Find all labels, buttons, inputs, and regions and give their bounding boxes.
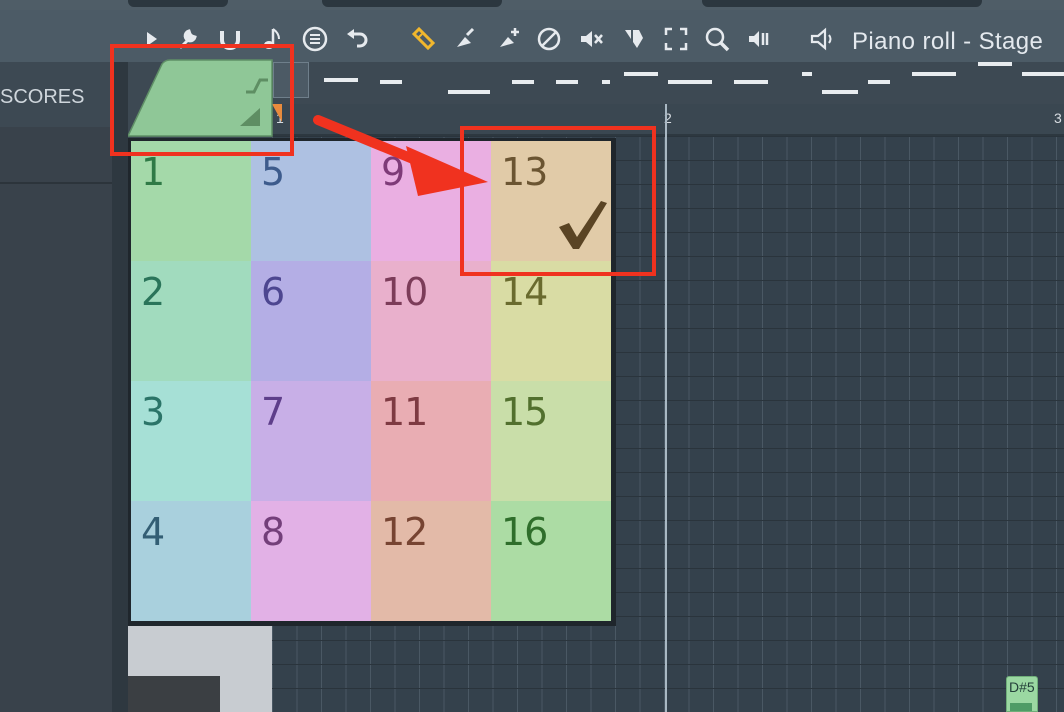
event-dash xyxy=(734,80,768,84)
event-dash xyxy=(556,80,578,84)
event-dash xyxy=(380,80,402,84)
note-block[interactable]: D#5 xyxy=(1006,676,1038,712)
playback-icon[interactable] xyxy=(744,24,774,54)
event-dash xyxy=(324,78,358,82)
undo-icon[interactable] xyxy=(342,24,372,54)
event-dash xyxy=(668,80,712,84)
swatch-number: 7 xyxy=(261,390,285,434)
color-swatch[interactable]: 3 xyxy=(131,381,251,501)
event-dash xyxy=(802,72,812,76)
note-label: D#5 xyxy=(1009,679,1035,695)
menu-circle-icon[interactable] xyxy=(300,24,330,54)
color-swatch[interactable]: 7 xyxy=(251,381,371,501)
color-swatch[interactable]: 14 xyxy=(491,261,611,381)
event-dash xyxy=(822,90,858,94)
color-swatch[interactable]: 8 xyxy=(251,501,371,621)
window-tab[interactable] xyxy=(128,0,228,7)
swatch-number: 14 xyxy=(501,270,548,314)
event-dash xyxy=(1022,72,1064,76)
event-dash xyxy=(912,72,956,76)
piano-black-key[interactable] xyxy=(128,676,220,712)
event-dash xyxy=(602,80,610,84)
bar-line xyxy=(665,104,667,712)
event-dash xyxy=(512,80,534,84)
bar-number: 3 xyxy=(1054,110,1062,126)
window-tab[interactable] xyxy=(322,0,502,7)
brush-icon[interactable] xyxy=(450,24,480,54)
note-velocity-bar xyxy=(1010,703,1032,711)
annotation-arrow xyxy=(313,115,488,196)
event-dash xyxy=(978,62,1012,66)
event-dash xyxy=(868,80,890,84)
browser-header: SCORES xyxy=(0,62,112,127)
color-swatch[interactable]: 10 xyxy=(371,261,491,381)
annotation-highlight-tab xyxy=(110,44,294,156)
color-swatch[interactable]: 11 xyxy=(371,381,491,501)
slice-icon[interactable] xyxy=(619,24,649,54)
color-swatch[interactable]: 2 xyxy=(131,261,251,381)
browser-panel: SCORES xyxy=(0,62,112,712)
swatch-number: 10 xyxy=(381,270,428,314)
window-title: Piano roll - Stage xyxy=(852,28,1044,55)
swatch-number: 2 xyxy=(141,270,165,314)
swatch-number: 4 xyxy=(141,510,165,554)
swatch-number: 12 xyxy=(381,510,428,554)
color-swatch[interactable]: 6 xyxy=(251,261,371,381)
swatch-number: 8 xyxy=(261,510,285,554)
event-dash xyxy=(448,90,490,94)
zoom-icon[interactable] xyxy=(702,24,732,54)
paint-add-icon[interactable] xyxy=(493,24,523,54)
color-swatch[interactable]: 1 xyxy=(131,141,251,261)
panel-divider[interactable] xyxy=(112,62,128,712)
color-swatch[interactable]: 15 xyxy=(491,381,611,501)
swatch-number: 15 xyxy=(501,390,548,434)
delete-icon[interactable] xyxy=(534,24,564,54)
browser-folder-label[interactable]: SCORES xyxy=(0,86,84,109)
swatch-number: 3 xyxy=(141,390,165,434)
speaker-icon[interactable] xyxy=(808,24,838,54)
select-icon[interactable] xyxy=(661,24,691,54)
swatch-number: 6 xyxy=(261,270,285,314)
color-swatch[interactable]: 4 xyxy=(131,501,251,621)
swatch-number: 5 xyxy=(261,150,285,194)
pencil-icon[interactable] xyxy=(408,24,438,54)
swatch-number: 16 xyxy=(501,510,548,554)
mute-icon[interactable] xyxy=(576,24,606,54)
divider xyxy=(0,182,112,184)
event-dash xyxy=(624,72,658,76)
window-tab[interactable] xyxy=(702,0,982,7)
color-swatch[interactable]: 12 xyxy=(371,501,491,621)
swatch-number: 11 xyxy=(381,390,428,434)
swatch-number: 1 xyxy=(141,150,165,194)
top-strip xyxy=(0,0,1064,10)
color-swatch[interactable]: 16 xyxy=(491,501,611,621)
